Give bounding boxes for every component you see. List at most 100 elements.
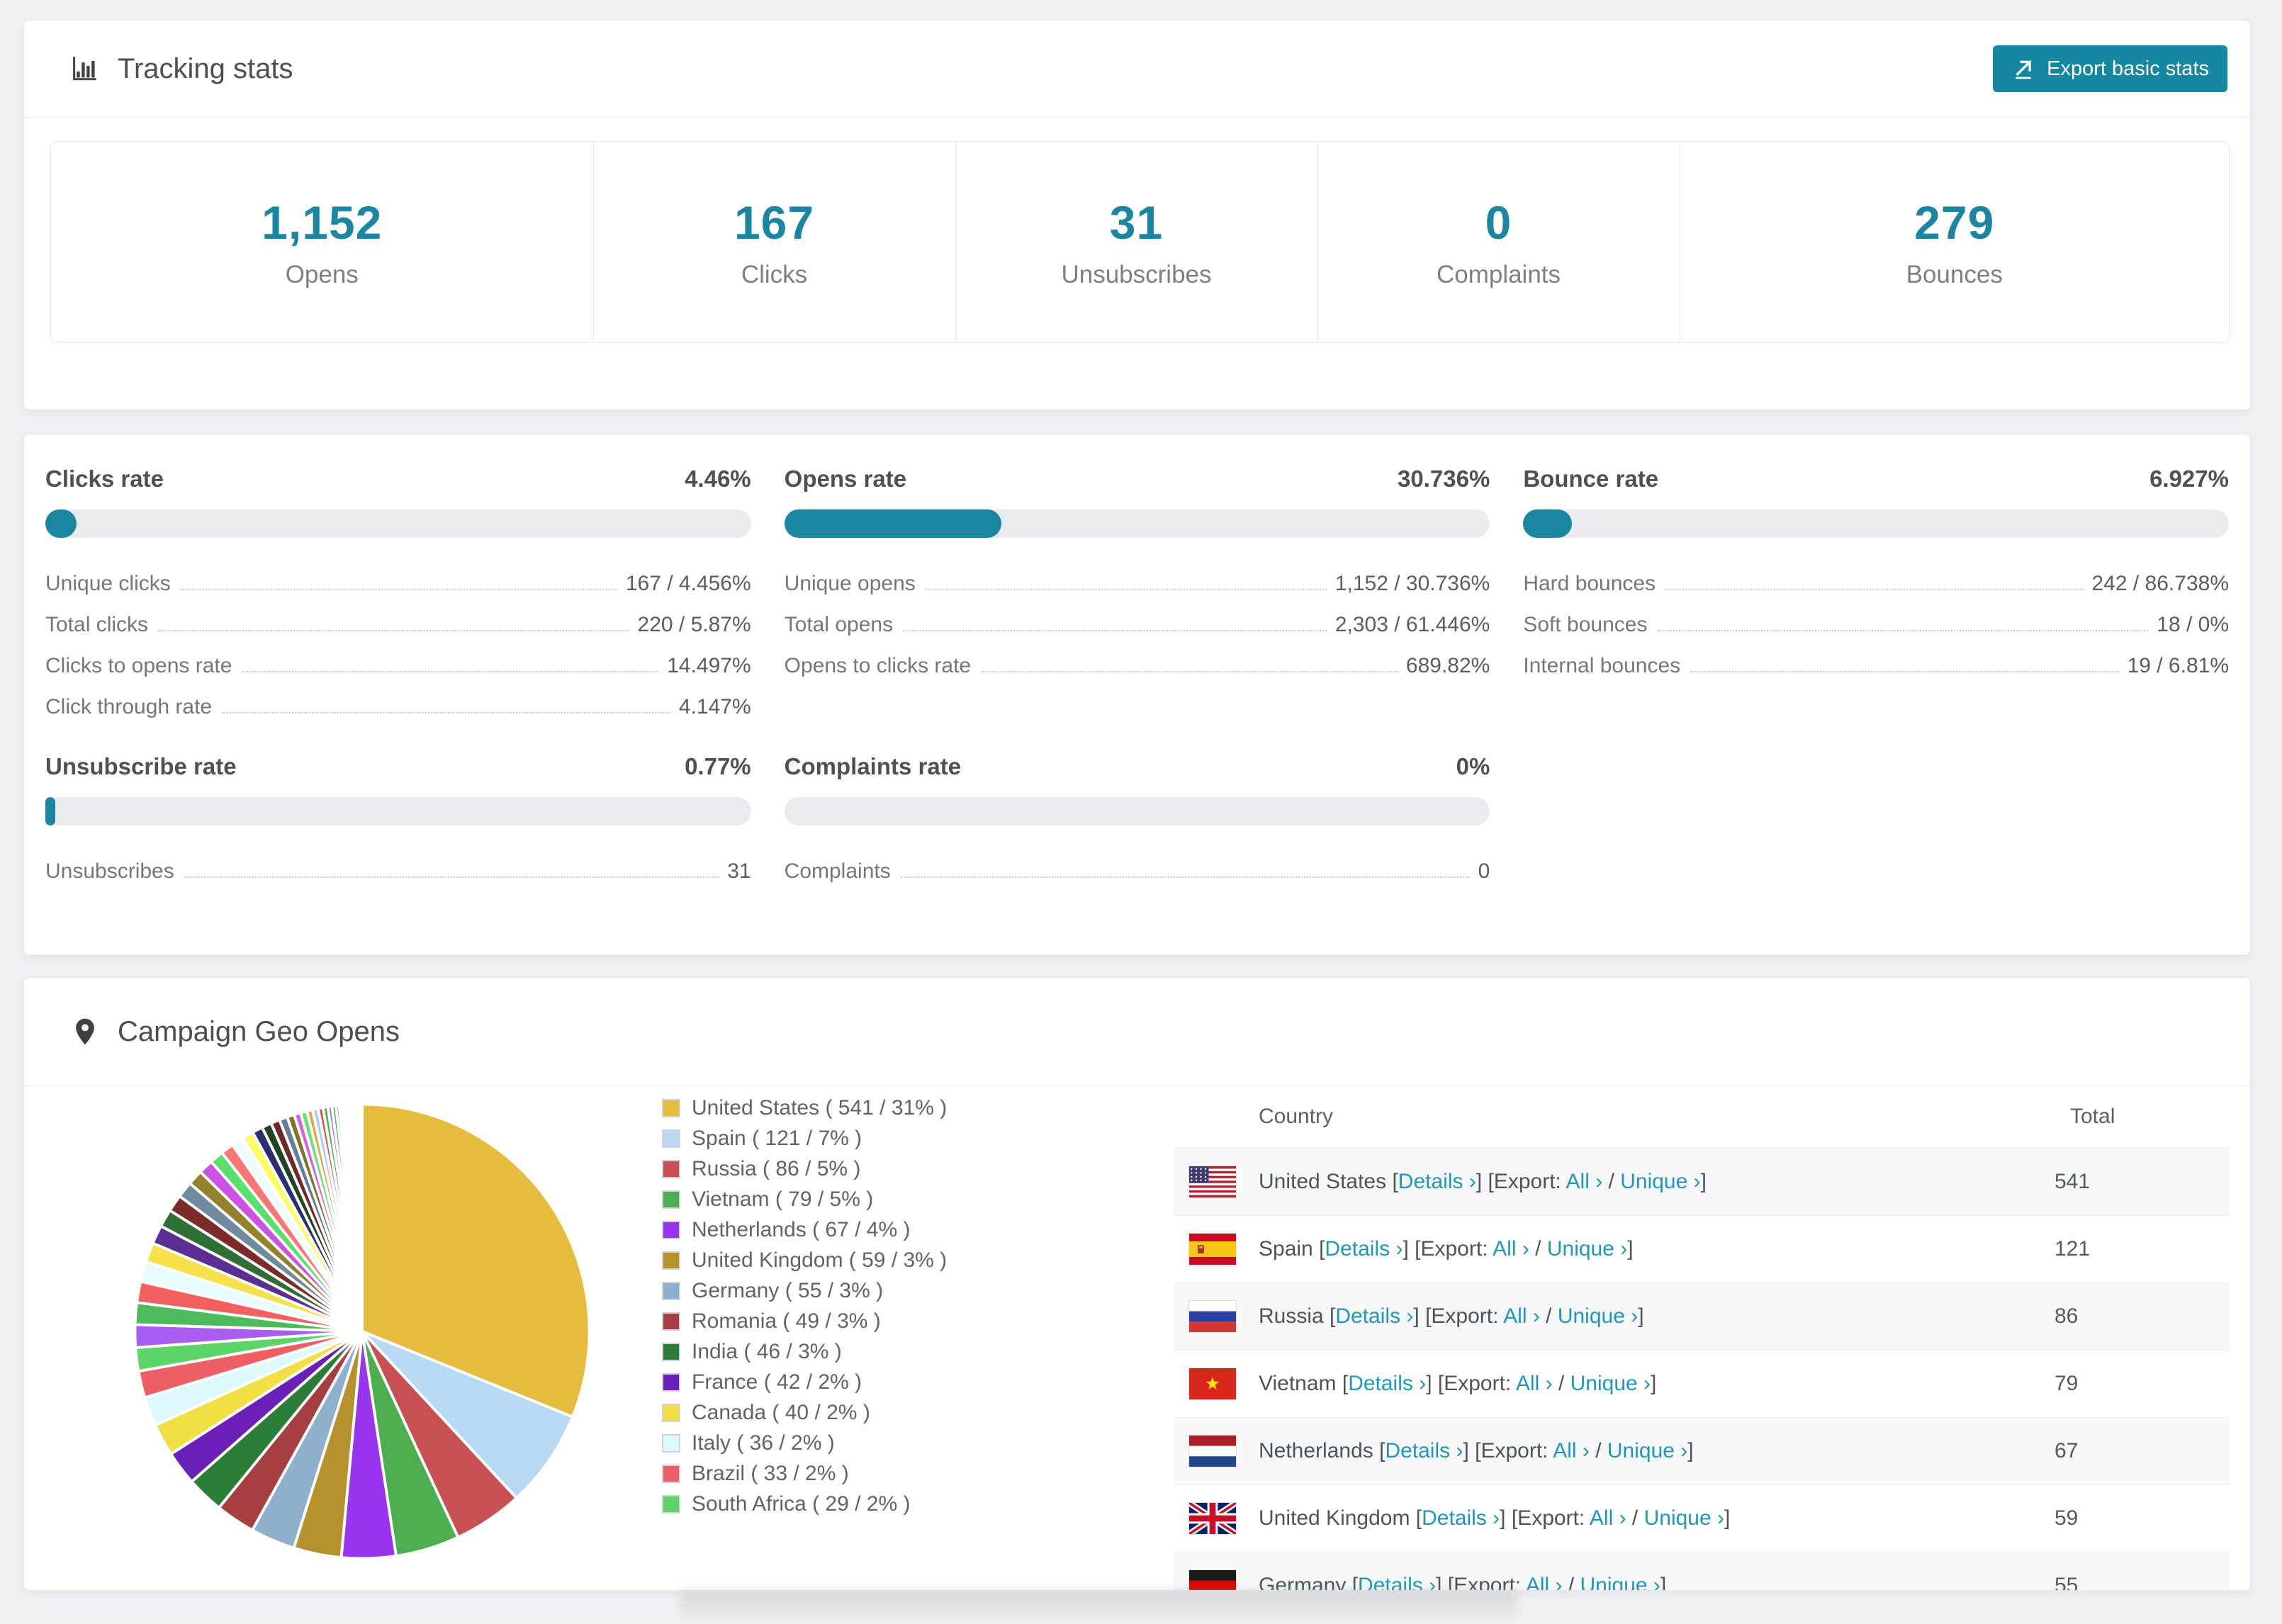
flag-us-icon <box>1189 1166 1236 1197</box>
legend-item-south-africa: South Africa ( 29 / 2% ) <box>662 1492 947 1516</box>
details-link[interactable]: Details › <box>1398 1170 1476 1193</box>
stat-value: 1,152 <box>262 196 383 249</box>
export-all-link[interactable]: All › <box>1590 1506 1626 1530</box>
export-icon <box>2016 60 2031 79</box>
legend-swatch <box>662 1403 680 1422</box>
legend-label: Vietnam ( 79 / 5% ) <box>692 1187 874 1211</box>
detail-value: 220 / 5.87% <box>637 613 751 636</box>
stat-value: 167 <box>734 196 815 249</box>
legend-swatch <box>662 1464 680 1483</box>
rate-group-head: Opens rate 30.736% <box>785 466 1490 492</box>
rate-group-opens-rate: Opens rate 30.736% Unique opens 1,152 / 30.… <box>784 466 1490 721</box>
rate-detail-row: Soft bounces 18 / 0% <box>1523 597 2229 638</box>
legend-item-brazil: Brazil ( 33 / 2% ) <box>662 1461 947 1485</box>
bracket-text: ] <box>1436 1574 1448 1591</box>
export-unique-link[interactable]: Unique › <box>1644 1506 1724 1530</box>
export-label-text: [Export: <box>1475 1439 1553 1462</box>
progress-bar-track <box>784 797 1490 825</box>
rate-group-head: Unsubscribe rate 0.77% <box>45 753 751 780</box>
bracket-text: ] <box>1651 1372 1657 1395</box>
campaign-geo-opens-card: Campaign Geo Opens United States ( 541 /… <box>23 977 2251 1591</box>
rate-value: 0.77% <box>685 753 751 779</box>
export-all-link[interactable]: All › <box>1526 1574 1563 1590</box>
detail-value: 689.82% <box>1405 654 1490 677</box>
table-row-vietnam: Vietnam [Details ›] [Export: All › / Uni… <box>1174 1350 2230 1417</box>
progress-bar-fill <box>45 797 55 825</box>
export-unique-link[interactable]: Unique › <box>1547 1237 1627 1261</box>
dotted-leader <box>1665 589 2084 590</box>
stat-label: Clicks <box>741 260 808 288</box>
details-link[interactable]: Details › <box>1325 1237 1403 1261</box>
bracket-text: ] <box>1660 1574 1667 1591</box>
bracket-text: ] <box>1638 1304 1644 1328</box>
legend-item-united-states: United States ( 541 / 31% ) <box>662 1096 947 1120</box>
tracking-stats-title-text: Tracking stats <box>118 52 293 84</box>
details-link[interactable]: Details › <box>1358 1574 1436 1590</box>
legend-label: Canada ( 40 / 2% ) <box>692 1400 870 1424</box>
geo-title-text: Campaign Geo Opens <box>118 1015 400 1047</box>
total-cell: 67 <box>2055 1439 2079 1462</box>
rate-title: Unsubscribe rate <box>45 753 237 779</box>
stat-box-unsubscribes: 31 Unsubscribes <box>955 142 1317 342</box>
table-row-united-states: United States [Details ›] [Export: All ›… <box>1174 1148 2230 1215</box>
progress-bar-track <box>45 509 751 538</box>
detail-label: Opens to clicks rate <box>784 654 972 677</box>
details-link[interactable]: Details › <box>1422 1506 1500 1530</box>
legend-item-united-kingdom: United Kingdom ( 59 / 3% ) <box>662 1248 947 1272</box>
detail-value: 19 / 6.81% <box>2127 654 2229 677</box>
detail-label: Internal bounces <box>1523 654 1681 677</box>
details-link[interactable]: Details › <box>1385 1439 1463 1462</box>
legend-item-france: France ( 42 / 2% ) <box>662 1370 947 1394</box>
slash-text: / <box>1539 1304 1558 1328</box>
slash-text: / <box>1529 1237 1547 1261</box>
export-unique-link[interactable]: Unique › <box>1558 1304 1638 1328</box>
flag-ru-icon <box>1189 1301 1236 1332</box>
country-cell: Vietnam [Details ›] [Export: All › / Uni… <box>1259 1372 1656 1396</box>
detail-label: Unsubscribes <box>45 859 174 883</box>
pie-legend: United States ( 541 / 31% ) Spain ( 121 /… <box>662 1096 947 1516</box>
legend-item-russia: Russia ( 86 / 5% ) <box>662 1157 947 1180</box>
details-link[interactable]: Details › <box>1335 1304 1413 1328</box>
detail-value: 18 / 0% <box>2157 613 2229 636</box>
export-unique-link[interactable]: Unique › <box>1580 1574 1660 1590</box>
rate-detail-row: Click through rate 4.147% <box>45 680 751 721</box>
export-label-text: [Export: <box>1415 1237 1493 1261</box>
legend-item-spain: Spain ( 121 / 7% ) <box>662 1127 947 1150</box>
legend-swatch <box>662 1281 680 1300</box>
country-name: United States <box>1259 1170 1387 1193</box>
export-unique-link[interactable]: Unique › <box>1607 1439 1687 1462</box>
detail-label: Unique opens <box>784 572 916 595</box>
table-row-netherlands: Netherlands [Details ›] [Export: All › /… <box>1174 1417 2230 1484</box>
export-basic-stats-button[interactable]: Export basic stats <box>1993 45 2227 92</box>
bracket-text: ] <box>1627 1237 1634 1261</box>
detail-value: 167 / 4.456% <box>625 572 751 595</box>
bracket-text: ] <box>1700 1170 1707 1193</box>
pie-slice-other[interactable] <box>359 1103 364 1333</box>
stat-value: 0 <box>1485 196 1512 249</box>
export-all-link[interactable]: All › <box>1566 1170 1603 1193</box>
export-all-link[interactable]: All › <box>1503 1304 1540 1328</box>
legend-swatch <box>662 1251 680 1270</box>
stat-label: Complaints <box>1436 260 1561 288</box>
export-all-link[interactable]: All › <box>1493 1237 1529 1261</box>
rate-detail-rows: Unique clicks 167 / 4.456% Total clicks 220… <box>45 556 751 721</box>
total-cell: 55 <box>2055 1574 2079 1591</box>
export-unique-link[interactable]: Unique › <box>1570 1372 1651 1395</box>
country-cell: United States [Details ›] [Export: All ›… <box>1259 1170 1707 1194</box>
legend-label: Italy ( 36 / 2% ) <box>692 1431 835 1455</box>
slash-text: / <box>1552 1372 1570 1395</box>
detail-value: 31 <box>727 859 751 883</box>
details-link[interactable]: Details › <box>1348 1372 1426 1395</box>
bracket-text: [ <box>1336 1372 1349 1395</box>
legend-swatch <box>662 1098 680 1117</box>
bracket-text: ] <box>1476 1170 1488 1193</box>
export-all-link[interactable]: All › <box>1553 1439 1590 1462</box>
export-unique-link[interactable]: Unique › <box>1620 1170 1700 1193</box>
bracket-text: [ <box>1323 1304 1336 1328</box>
detail-value: 4.147% <box>678 695 751 718</box>
export-label-text: [Export: <box>1488 1170 1566 1193</box>
legend-label: Brazil ( 33 / 2% ) <box>692 1461 849 1485</box>
export-all-link[interactable]: All › <box>1516 1372 1553 1395</box>
country-name: Germany <box>1259 1574 1347 1591</box>
rate-value: 6.927% <box>2149 466 2229 492</box>
